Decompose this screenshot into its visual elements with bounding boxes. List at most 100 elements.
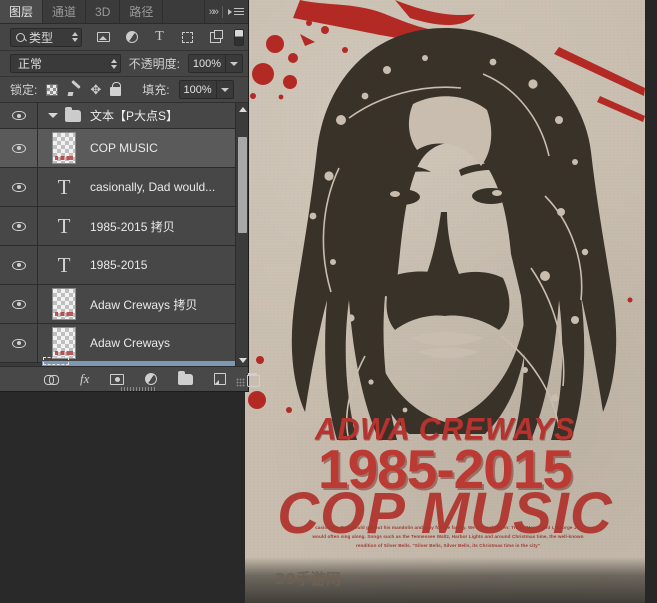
panel-resize-grip[interactable] xyxy=(236,378,245,387)
layer-visibility-toggle[interactable] xyxy=(0,246,38,284)
layer-row-group[interactable]: 文本【P大点S】 xyxy=(0,103,248,129)
delete-layer-button[interactable] xyxy=(247,371,258,387)
layer-visibility-toggle[interactable] xyxy=(0,285,38,323)
smart-object-filter-icon[interactable] xyxy=(208,30,223,45)
layer-name: COP MUSIC xyxy=(90,141,158,155)
link-layers-button[interactable] xyxy=(44,371,59,387)
layer-visibility-toggle[interactable] xyxy=(0,324,38,362)
layer-row[interactable]: T casionally, Dad would... xyxy=(0,168,248,207)
new-layer-button[interactable] xyxy=(214,371,226,387)
lock-position-icon[interactable]: ✥ xyxy=(90,83,101,96)
layer-name: Adaw Creways 拷贝 xyxy=(90,296,197,313)
fill-dropdown-button[interactable] xyxy=(217,80,234,99)
layer-visibility-toggle[interactable] xyxy=(0,103,38,128)
new-adjustment-layer-button[interactable] xyxy=(145,371,157,387)
layer-thumbnail[interactable]: T xyxy=(38,216,90,237)
pixel-layer-filter-icon[interactable] xyxy=(96,30,111,45)
blend-mode-select[interactable]: 正常 xyxy=(10,54,121,73)
panel-menu-icon[interactable] xyxy=(228,8,244,15)
layer-list[interactable]: 文本【P大点S】 COP MUSIC T casionally, Dad wou… xyxy=(0,103,248,366)
liner-notes-line: would often sing along. Songs such as th… xyxy=(271,533,625,542)
watermark: 39手游网 xyxy=(275,568,341,589)
tab-layers[interactable]: 图层 xyxy=(0,0,43,23)
opacity-dropdown-button[interactable] xyxy=(226,54,243,73)
panel-divider xyxy=(222,6,223,18)
filter-kind-icons: T xyxy=(96,30,223,45)
layer-thumbnail[interactable] xyxy=(38,132,90,164)
poster-liner-notes: casionally, Dad would get out his mandol… xyxy=(271,524,625,551)
layer-name: casionally, Dad would... xyxy=(90,180,215,194)
layer-name: Adaw Creways xyxy=(90,336,170,350)
layer-visibility-toggle[interactable] xyxy=(0,168,38,206)
fill-label: 填充: xyxy=(142,81,169,98)
layer-thumbnail[interactable] xyxy=(38,327,90,359)
tab-channels[interactable]: 通道 xyxy=(43,0,86,23)
layer-name: 文本【P大点S】 xyxy=(90,107,178,124)
layer-thumbnail[interactable]: T xyxy=(38,255,90,276)
lock-label: 锁定: xyxy=(10,81,37,98)
liner-notes-line: rendition of Silver Bells. "Silver Bells… xyxy=(271,542,625,551)
document-canvas[interactable]: ADWA CREWAYS 1985-2015 COP MUSIC casiona… xyxy=(245,0,645,603)
panel-horizontal-scrollbar[interactable] xyxy=(44,387,232,391)
double-chevron-right-icon[interactable]: »» xyxy=(209,6,217,18)
add-layer-mask-button[interactable] xyxy=(110,371,124,387)
new-group-button[interactable] xyxy=(178,371,193,387)
layer-visibility-toggle[interactable] xyxy=(0,207,38,245)
layer-name: 1985-2015 拷贝 xyxy=(90,218,175,235)
layer-visibility-toggle[interactable] xyxy=(0,129,38,167)
filter-enable-toggle[interactable] xyxy=(234,29,244,46)
layer-thumbnail[interactable] xyxy=(38,288,90,320)
blend-mode-value: 正常 xyxy=(18,55,111,72)
shape-layer-filter-icon[interactable] xyxy=(180,30,195,45)
lock-fill-row: 锁定: ✥ 填充: 100% xyxy=(0,77,248,103)
scrollbar-thumb[interactable] xyxy=(238,137,247,233)
eye-icon xyxy=(12,222,26,231)
tab-paths[interactable]: 路径 xyxy=(120,0,163,23)
lock-image-pixels-icon[interactable] xyxy=(67,83,81,97)
panel-tab-strip: 图层 通道 3D 路径 »» xyxy=(0,0,248,24)
canvas-right-gutter xyxy=(645,0,657,603)
type-layer-icon: T xyxy=(58,255,71,276)
liner-notes-line: casionally, Dad would get out his mandol… xyxy=(271,524,625,533)
scroll-down-arrow-icon[interactable] xyxy=(236,354,248,366)
layer-row[interactable]: T 1985-2015 拷贝 xyxy=(0,207,248,246)
layers-panel-toolbar: fx xyxy=(0,366,248,391)
eye-icon xyxy=(12,183,26,192)
up-down-arrows-icon[interactable] xyxy=(72,32,78,42)
tab-strip-spacer xyxy=(163,0,204,23)
opacity-input[interactable]: 100% xyxy=(188,54,226,73)
portrait-artwork xyxy=(245,0,645,450)
type-layer-filter-icon[interactable]: T xyxy=(152,30,167,45)
blend-mode-stepper-icon[interactable] xyxy=(111,59,117,69)
lock-all-icon[interactable] xyxy=(110,87,121,96)
type-layer-icon: T xyxy=(58,216,71,237)
layer-style-fx-button[interactable]: fx xyxy=(80,371,89,387)
opacity-label: 不透明度: xyxy=(129,55,180,72)
eye-icon xyxy=(12,261,26,270)
scroll-up-arrow-icon[interactable] xyxy=(236,103,248,115)
eye-icon xyxy=(12,111,26,120)
magnifier-icon xyxy=(16,33,25,42)
layer-row[interactable]: T 1985-2015 xyxy=(0,246,248,285)
photoshop-window: ADWA CREWAYS 1985-2015 COP MUSIC casiona… xyxy=(0,0,657,603)
layer-row[interactable]: COP MUSIC xyxy=(0,129,248,168)
layer-list-selection-bar xyxy=(42,361,235,366)
chevron-down-icon[interactable] xyxy=(48,113,58,118)
filter-type-label: 类型 xyxy=(29,29,68,46)
layer-name: 1985-2015 xyxy=(90,258,147,272)
eye-icon xyxy=(12,339,26,348)
fill-input[interactable]: 100% xyxy=(179,80,217,99)
layer-row[interactable]: Adaw Creways xyxy=(0,324,248,363)
eye-icon xyxy=(12,300,26,309)
layer-drag-marker xyxy=(43,357,69,365)
filter-type-select[interactable]: 类型 xyxy=(10,28,82,47)
layer-row[interactable]: Adaw Creways 拷贝 xyxy=(0,285,248,324)
layers-panel: 图层 通道 3D 路径 »» 类型 xyxy=(0,0,249,392)
layer-thumbnail[interactable]: T xyxy=(38,177,90,198)
lock-transparent-pixels-icon[interactable] xyxy=(46,84,58,96)
adjustment-layer-filter-icon[interactable] xyxy=(124,30,139,45)
blend-opacity-row: 正常 不透明度: 100% xyxy=(0,51,248,77)
eye-icon xyxy=(12,144,26,153)
layer-list-scrollbar[interactable] xyxy=(235,103,248,366)
tab-3d[interactable]: 3D xyxy=(86,0,120,23)
